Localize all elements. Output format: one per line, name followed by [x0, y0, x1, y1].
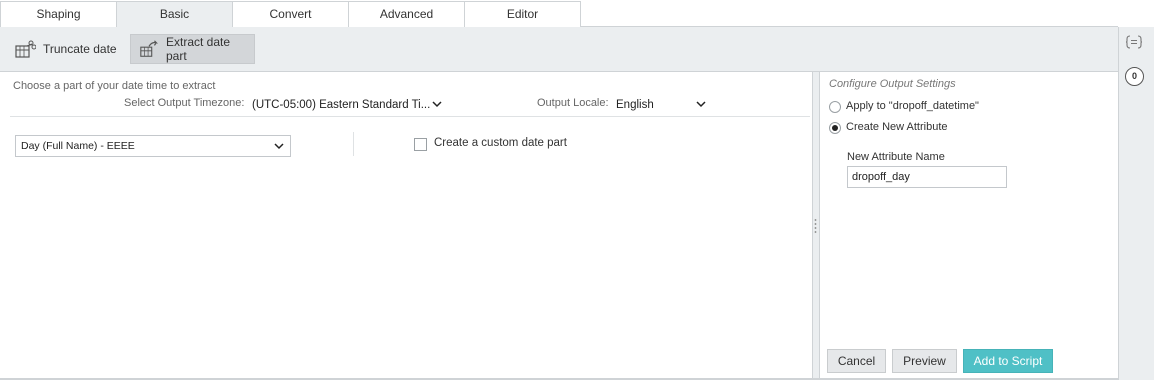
toolbar: Truncate date Extract date part [0, 27, 1118, 72]
tab-convert[interactable]: Convert [232, 1, 349, 28]
apply-to-radio[interactable] [829, 101, 841, 113]
date-part-select[interactable]: Day (Full Name) - EEEE [15, 135, 291, 157]
chevron-down-icon[interactable] [696, 100, 706, 108]
tab-editor[interactable]: Editor [464, 1, 581, 28]
instruction-text: Choose a part of your date time to extra… [13, 80, 216, 92]
custom-date-part-checkbox[interactable] [414, 138, 427, 151]
extract-date-part-label: Extract date part [165, 35, 231, 63]
tab-advanced[interactable]: Advanced [348, 1, 465, 28]
custom-date-part-label: Create a custom date part [434, 137, 567, 149]
settings-title: Configure Output Settings [829, 78, 956, 90]
truncate-date-button[interactable]: Truncate date [6, 34, 125, 64]
new-attribute-name-label: New Attribute Name [847, 151, 945, 163]
tab-shaping[interactable]: Shaping [0, 1, 117, 28]
drag-handle-icon[interactable] [814, 218, 817, 234]
tab-bar: Shaping Basic Convert Advanced Editor [0, 0, 1118, 28]
add-to-script-button[interactable]: Add to Script [963, 349, 1053, 373]
date-part-value: Day (Full Name) - EEEE [21, 140, 135, 152]
extract-date-part-button[interactable]: Extract date part [130, 34, 255, 64]
timezone-label: Select Output Timezone: [124, 97, 245, 109]
new-attribute-name-input[interactable] [847, 166, 1007, 188]
truncate-date-label: Truncate date [43, 42, 117, 56]
locale-label: Output Locale: [537, 97, 609, 109]
vertical-divider [353, 132, 354, 156]
create-new-attribute-radio[interactable] [829, 122, 841, 134]
create-new-attribute-label: Create New Attribute [846, 121, 948, 133]
output-settings-panel: Configure Output Settings Apply to "drop… [820, 72, 1118, 378]
truncate-date-icon [15, 40, 36, 58]
chevron-down-icon [274, 143, 284, 150]
locale-dropdown[interactable]: English [616, 99, 654, 111]
curly-braces-icon[interactable] [1125, 35, 1143, 49]
cancel-button[interactable]: Cancel [827, 349, 886, 373]
extract-date-part-icon [140, 40, 159, 57]
extract-options-panel: Choose a part of your date time to extra… [0, 72, 812, 378]
apply-to-label: Apply to "dropoff_datetime" [846, 100, 979, 112]
tab-basic[interactable]: Basic [116, 1, 233, 28]
preview-button[interactable]: Preview [892, 349, 957, 373]
chevron-down-icon[interactable] [432, 100, 442, 108]
count-badge[interactable]: 0 [1125, 67, 1144, 86]
section-divider [10, 116, 810, 117]
timezone-dropdown[interactable]: (UTC-05:00) Eastern Standard Ti... [252, 99, 430, 111]
